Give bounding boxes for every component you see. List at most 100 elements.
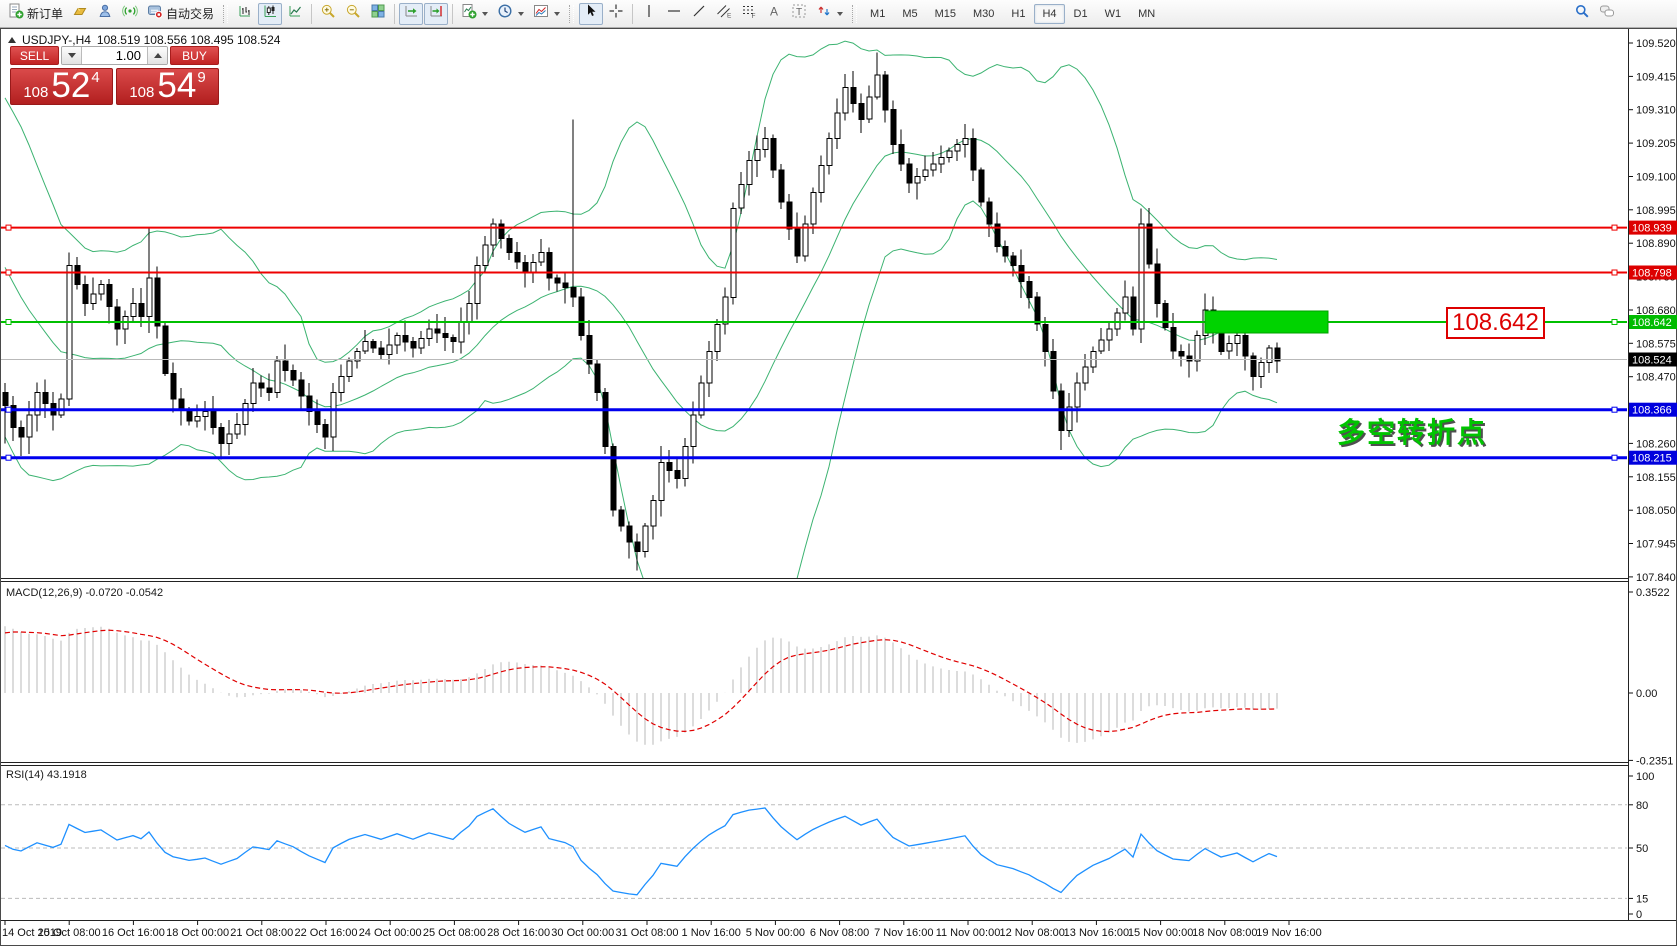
toolbar-separator bbox=[394, 4, 395, 24]
svg-text:11 Nov 00:00: 11 Nov 00:00 bbox=[936, 927, 1001, 939]
price-callout-box[interactable]: 108.642 bbox=[1446, 307, 1545, 339]
horizontal-line-tool-button[interactable] bbox=[662, 3, 686, 25]
chart-canvas[interactable]: 109.520109.415109.310109.205109.100108.9… bbox=[0, 0, 1677, 946]
volume-input[interactable] bbox=[82, 47, 147, 64]
svg-text:-0.2351: -0.2351 bbox=[1636, 755, 1673, 767]
svg-text:109.415: 109.415 bbox=[1636, 71, 1676, 83]
sell-price-box[interactable]: 108 52 4 bbox=[10, 68, 113, 105]
chat-button[interactable] bbox=[1595, 3, 1619, 25]
bar-chart-button[interactable] bbox=[233, 3, 257, 25]
svg-text:80: 80 bbox=[1636, 800, 1648, 812]
svg-text:12 Nov 08:00: 12 Nov 08:00 bbox=[999, 927, 1064, 939]
channel-tool-button[interactable]: E bbox=[712, 3, 736, 25]
svg-text:109.205: 109.205 bbox=[1636, 138, 1676, 150]
arrows-tool-button[interactable] bbox=[812, 3, 847, 25]
collapse-panel-icon[interactable] bbox=[8, 37, 16, 43]
auto-scroll-button[interactable] bbox=[399, 3, 423, 25]
bar-chart-icon bbox=[237, 3, 253, 24]
timeframe-h1[interactable]: H1 bbox=[1003, 4, 1033, 24]
triangle-up-icon bbox=[154, 53, 162, 58]
indicators-button[interactable] bbox=[457, 3, 492, 25]
zoom-out-button[interactable] bbox=[341, 3, 365, 25]
expert-advisor-button[interactable] bbox=[93, 3, 117, 25]
svg-text:100: 100 bbox=[1636, 771, 1654, 783]
svg-text:107.945: 107.945 bbox=[1636, 539, 1676, 551]
svg-text:0.3522: 0.3522 bbox=[1636, 587, 1670, 599]
timeframe-d1[interactable]: D1 bbox=[1066, 4, 1096, 24]
vertical-line-tool-button[interactable] bbox=[637, 3, 661, 25]
svg-text:19 Nov 16:00: 19 Nov 16:00 bbox=[1256, 927, 1321, 939]
svg-text:107.840: 107.840 bbox=[1636, 572, 1676, 584]
chart-window bbox=[1, 29, 1677, 946]
signals-button[interactable] bbox=[118, 3, 142, 25]
dropdown-caret-icon bbox=[837, 12, 843, 16]
svg-text:A: A bbox=[770, 5, 778, 19]
timeframe-m1[interactable]: M1 bbox=[862, 4, 893, 24]
svg-text:18 Nov 08:00: 18 Nov 08:00 bbox=[1192, 927, 1257, 939]
crosshair-tool-button[interactable] bbox=[604, 3, 628, 25]
zoom-in-button[interactable] bbox=[316, 3, 340, 25]
svg-text:108.050: 108.050 bbox=[1636, 505, 1676, 517]
timeframe-m30[interactable]: M30 bbox=[965, 4, 1002, 24]
chart-shift-button[interactable] bbox=[424, 3, 448, 25]
svg-text:108.939: 108.939 bbox=[1632, 223, 1672, 235]
svg-text:E: E bbox=[727, 13, 732, 20]
auto-trading-button[interactable]: 自动交易 bbox=[143, 3, 218, 25]
line-chart-button[interactable] bbox=[283, 3, 307, 25]
svg-text:18 Oct 00:00: 18 Oct 00:00 bbox=[166, 927, 229, 939]
volume-increase-button[interactable] bbox=[147, 47, 167, 64]
svg-text:108.575: 108.575 bbox=[1636, 338, 1676, 350]
timeframe-m5[interactable]: M5 bbox=[894, 4, 925, 24]
text-label-tool-button[interactable]: T bbox=[787, 3, 811, 25]
timeframe-m15[interactable]: M15 bbox=[927, 4, 964, 24]
volume-decrease-button[interactable] bbox=[62, 47, 82, 64]
search-button[interactable] bbox=[1570, 3, 1594, 25]
auto-trading-label: 自动交易 bbox=[166, 5, 214, 22]
svg-text:7 Nov 16:00: 7 Nov 16:00 bbox=[874, 927, 933, 939]
candlestick-chart-icon bbox=[262, 3, 278, 24]
periods-button[interactable] bbox=[493, 3, 528, 25]
toolbar-grip bbox=[569, 5, 574, 23]
arrows-icon bbox=[816, 3, 832, 24]
auto-scroll-icon bbox=[403, 3, 419, 24]
cursor-tool-button[interactable] bbox=[579, 3, 603, 25]
chat-icon bbox=[1599, 3, 1615, 24]
templates-button[interactable] bbox=[529, 3, 564, 25]
svg-text:1 Nov 16:00: 1 Nov 16:00 bbox=[682, 927, 741, 939]
new-order-button[interactable]: 新订单 bbox=[4, 3, 67, 25]
highlight-rectangle[interactable] bbox=[1205, 311, 1328, 333]
svg-text:21 Oct 08:00: 21 Oct 08:00 bbox=[230, 927, 293, 939]
triangle-down-icon bbox=[68, 53, 76, 58]
fibonacci-icon: F bbox=[741, 3, 757, 24]
svg-text:108.215: 108.215 bbox=[1632, 453, 1672, 465]
svg-text:25 Oct 08:00: 25 Oct 08:00 bbox=[423, 927, 486, 939]
text-tool-button[interactable]: A bbox=[762, 3, 786, 25]
dropdown-caret-icon bbox=[482, 12, 488, 16]
svg-text:24 Oct 00:00: 24 Oct 00:00 bbox=[359, 927, 422, 939]
rsi-name: RSI(14) bbox=[6, 769, 44, 781]
dropdown-caret-icon bbox=[518, 12, 524, 16]
macd-pane-label: MACD(12,26,9) -0.0720 -0.0542 bbox=[6, 587, 163, 599]
trendline-tool-button[interactable] bbox=[687, 3, 711, 25]
sell-price-pip: 4 bbox=[91, 70, 99, 85]
svg-text:6 Nov 08:00: 6 Nov 08:00 bbox=[810, 927, 869, 939]
timeframe-w1[interactable]: W1 bbox=[1097, 4, 1130, 24]
buy-price-box[interactable]: 108 54 9 bbox=[116, 68, 219, 105]
fibonacci-tool-button[interactable]: F bbox=[737, 3, 761, 25]
svg-text:108.470: 108.470 bbox=[1636, 372, 1676, 384]
gold-button[interactable] bbox=[68, 3, 92, 25]
svg-text:15 Oct 08:00: 15 Oct 08:00 bbox=[38, 927, 101, 939]
buy-price-big: 54 bbox=[157, 72, 196, 101]
turning-point-label[interactable]: 多空转折点 bbox=[1337, 411, 1487, 451]
toolbar-separator bbox=[452, 4, 453, 24]
candlestick-chart-button[interactable] bbox=[258, 3, 282, 25]
buy-button[interactable]: BUY bbox=[170, 46, 219, 65]
timeframe-h4[interactable]: H4 bbox=[1034, 4, 1064, 24]
dropdown-caret-icon bbox=[554, 12, 560, 16]
tile-windows-button[interactable] bbox=[366, 3, 390, 25]
volume-stepper bbox=[61, 46, 168, 65]
line-chart-icon bbox=[287, 3, 303, 24]
sell-button[interactable]: SELL bbox=[10, 46, 59, 65]
price-tag: 108.524 bbox=[1629, 353, 1677, 367]
timeframe-mn[interactable]: MN bbox=[1130, 4, 1163, 24]
